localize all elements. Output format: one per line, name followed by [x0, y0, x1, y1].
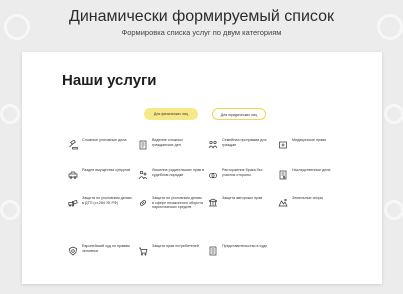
service-item[interactable]: Ведение сложных гражданских дел	[138, 138, 204, 164]
consumer-icon	[138, 246, 148, 256]
background-logo-circle	[0, 104, 20, 124]
service-item[interactable]: Защита авторских прав	[208, 196, 274, 222]
inheritance-icon	[278, 170, 288, 180]
service-item[interactable]: Защита по уголовным делам в сфере незако…	[138, 196, 204, 222]
service-item[interactable]: Европейский суд по правам человека	[68, 244, 134, 270]
service-item[interactable]: Лишение родительских прав в судебном пор…	[138, 168, 204, 194]
accident-icon	[68, 198, 78, 208]
documents-icon	[138, 140, 148, 150]
service-item[interactable]: Защита прав потребителей	[138, 244, 204, 270]
service-item[interactable]: Сложные уголовные дела	[68, 138, 134, 164]
background-logo-circle	[0, 200, 20, 220]
land-icon	[278, 198, 288, 208]
page-heading: Динамически формируемый список	[69, 8, 334, 25]
service-item[interactable]: Расторжение брака без участия стороны	[208, 168, 274, 194]
gavel-icon	[68, 140, 78, 150]
europe-icon	[68, 246, 78, 256]
service-item[interactable]: Семейная программа для граждан	[208, 138, 274, 164]
service-item[interactable]: Земельные споры	[278, 196, 344, 222]
service-item[interactable]: Представительство в суде	[208, 244, 274, 270]
parents-icon	[138, 170, 148, 180]
service-item[interactable]: Защита по уголовным делам в ДТП (ст.264 …	[68, 196, 134, 222]
family-icon	[208, 140, 218, 150]
services-title: Наши услуги	[62, 72, 157, 89]
medical-icon	[278, 140, 288, 150]
background-logo-circle	[384, 200, 403, 220]
background-logo-circle	[384, 104, 403, 124]
rings-icon	[208, 170, 218, 180]
page-subheading: Формировка списка услуг по двум категори…	[121, 28, 282, 37]
tab-individuals[interactable]: Для физических лиц	[144, 108, 198, 120]
service-item[interactable]: Медицинское право	[278, 138, 344, 164]
service-item[interactable]: Раздел имущества супругов	[68, 168, 134, 194]
drugs-icon	[138, 198, 148, 208]
copyright-icon	[208, 198, 218, 208]
service-item[interactable]: Наследственные дела	[278, 168, 344, 194]
services-card: Наши услуги Для физических лиц Для юриди…	[22, 52, 382, 284]
court-icon	[208, 246, 218, 256]
tab-legal-entities[interactable]: Для юридических лиц	[212, 108, 266, 120]
car-icon	[68, 170, 78, 180]
